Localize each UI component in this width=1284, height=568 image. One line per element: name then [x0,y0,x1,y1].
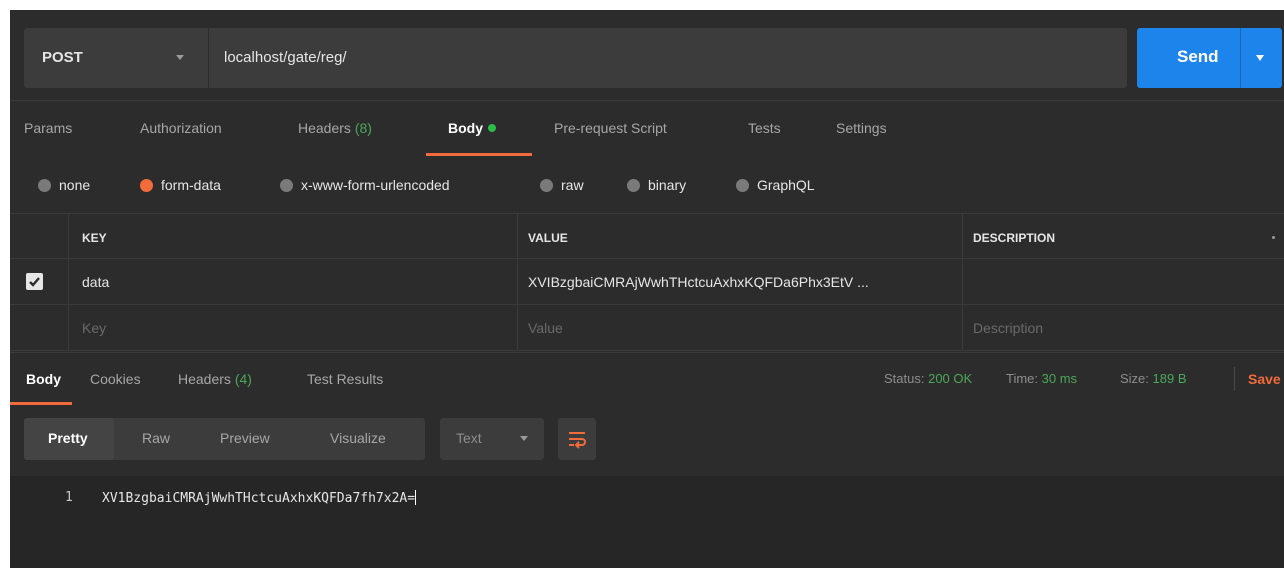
divider [1234,367,1235,391]
chevron-down-icon[interactable] [1256,55,1264,61]
request-bar: POST localhost/gate/reg/ Send [10,10,1284,100]
response-tab-headers[interactable]: Headers (4) [178,371,252,387]
column-divider [517,214,518,260]
param-value[interactable]: XVIBzgbaiCMRAjWwhTHctcuAxhxKQFDa6Phx3EtV… [528,274,869,290]
tab-tests[interactable]: Tests [748,120,781,136]
param-key[interactable]: data [82,274,109,290]
time-value: 30 ms [1041,371,1078,386]
view-visualize-button[interactable]: Visualize [330,430,386,446]
value-input[interactable]: Value [528,320,563,336]
view-mode-group: Pretty Raw Preview Visualize [24,418,425,460]
radio-raw[interactable]: raw [540,177,584,193]
column-divider [962,214,963,260]
table-header: KEY VALUE DESCRIPTION [10,213,1284,260]
response-tab-cookies[interactable]: Cookies [90,371,141,387]
response-bar: Body Cookies Headers (4) Test Results St… [10,352,1284,405]
checkbox-checked-icon[interactable] [26,273,43,290]
response-headers-count: (4) [234,371,252,387]
radio-form-data[interactable]: form-data [140,177,221,193]
response-tab-body[interactable]: Body [26,371,61,387]
tab-body[interactable]: Body [448,120,496,136]
text-cursor [415,490,417,505]
size-readout: Size: 189 B [1120,371,1187,386]
tab-settings[interactable]: Settings [836,120,887,136]
column-divider [68,305,69,351]
send-label: Send [1177,47,1219,66]
send-divider [1240,28,1241,88]
url-input[interactable]: localhost/gate/reg/ [224,49,347,66]
code-line[interactable]: XV1BzgbaiCMRAjWwhTHctcuAxhxKQFDa7fh7x2A= [102,490,417,506]
view-pretty-button[interactable]: Pretty [48,430,88,446]
status-value: 200 OK [928,371,973,386]
column-divider [68,259,69,305]
tab-params[interactable]: Params [24,120,72,136]
table-row-new: Key Value Description [10,305,1284,351]
status-dot-icon [488,124,496,132]
column-divider [962,305,963,351]
tab-headers[interactable]: Headers (8) [298,120,372,136]
radio-binary[interactable]: binary [627,177,686,193]
method-label: POST [42,49,83,66]
chevron-down-icon [176,55,184,60]
form-data-table: KEY VALUE DESCRIPTION data XVIBzgbaiCMRA… [10,213,1284,352]
body-type-selector: none form-data x-www-form-urlencoded raw… [10,156,1284,212]
request-tabs: Params Authorization Headers (8) Body Pr… [10,100,1284,156]
column-header-description: DESCRIPTION [973,231,1056,245]
method-url-group: POST localhost/gate/reg/ [24,28,1127,88]
radio-icon [540,178,553,192]
column-divider [68,214,69,260]
radio-icon [627,178,640,192]
response-view-bar: Pretty Raw Preview Visualize Text [10,404,1284,476]
time-readout: Time: 30 ms [1006,371,1078,386]
radio-x-www-form-urlencoded[interactable]: x-www-form-urlencoded [280,177,450,193]
radio-icon [38,178,51,192]
response-tab-test-results[interactable]: Test Results [307,371,383,387]
column-divider [962,259,963,305]
tab-pre-request-script[interactable]: Pre-request Script [554,120,667,136]
response-body-editor[interactable]: 1 XV1BzgbaiCMRAjWwhTHctcuAxhxKQFDa7fh7x2… [10,476,1284,568]
view-preview-button[interactable]: Preview [220,430,270,446]
size-value: 189 B [1152,371,1187,386]
column-divider [517,305,518,351]
method-select[interactable]: POST [24,28,209,88]
more-options-icon[interactable] [1272,236,1275,239]
wrap-lines-icon [569,432,586,449]
chevron-down-icon [520,436,528,441]
line-number: 1 [65,490,73,505]
format-select[interactable]: Text [440,418,544,460]
column-divider [517,259,518,305]
send-button[interactable]: Send [1137,28,1282,88]
radio-none[interactable]: none [38,177,90,193]
view-raw-button[interactable]: Raw [142,430,170,446]
postman-window: POST localhost/gate/reg/ Send Params Aut… [10,10,1284,568]
format-select-value: Text [456,430,482,446]
save-response-button[interactable]: Save [1248,371,1281,387]
tab-authorization[interactable]: Authorization [140,120,222,136]
status-readout: Status: 200 OK [884,371,973,386]
table-row: data XVIBzgbaiCMRAjWwhTHctcuAxhxKQFDa6Ph… [10,259,1284,305]
key-input[interactable]: Key [82,320,106,336]
column-header-value: VALUE [528,231,568,245]
radio-graphql[interactable]: GraphQL [736,177,815,193]
radio-icon [280,178,293,192]
wrap-lines-button[interactable] [558,418,596,460]
headers-count: (8) [354,120,372,136]
radio-selected-icon [140,178,153,192]
column-header-key: KEY [82,231,107,245]
radio-icon [736,178,749,192]
description-input[interactable]: Description [973,320,1043,336]
